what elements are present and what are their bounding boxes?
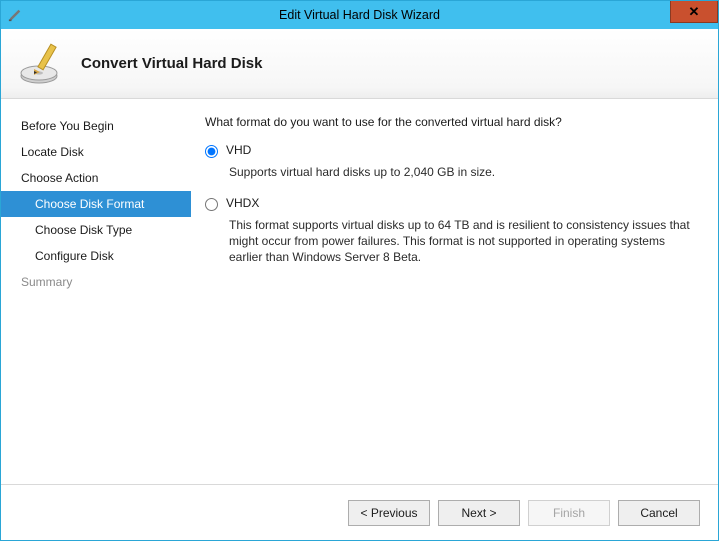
option-vhd-description: Supports virtual hard disks up to 2,040 … bbox=[229, 164, 696, 180]
page-heading: Convert Virtual Hard Disk bbox=[81, 55, 262, 72]
wizard-body: Before You Begin Locate Disk Choose Acti… bbox=[1, 99, 718, 484]
finish-button: Finish bbox=[528, 500, 610, 526]
next-button[interactable]: Next > bbox=[438, 500, 520, 526]
disk-pencil-icon bbox=[17, 42, 67, 86]
previous-button[interactable]: < Previous bbox=[348, 500, 430, 526]
step-choose-disk-type[interactable]: Choose Disk Type bbox=[1, 217, 191, 243]
option-vhd-label: VHD bbox=[226, 143, 251, 157]
app-icon bbox=[7, 7, 23, 23]
wizard-content: What format do you want to use for the c… bbox=[191, 99, 718, 484]
close-icon: ✕ bbox=[689, 4, 700, 20]
step-locate-disk[interactable]: Locate Disk bbox=[1, 139, 191, 165]
radio-vhdx[interactable] bbox=[205, 198, 218, 211]
radio-vhd[interactable] bbox=[205, 145, 218, 158]
step-choose-disk-format[interactable]: Choose Disk Format bbox=[1, 191, 191, 217]
option-vhd[interactable]: VHD bbox=[205, 143, 696, 158]
wizard-steps-sidebar: Before You Begin Locate Disk Choose Acti… bbox=[1, 99, 191, 484]
step-choose-action[interactable]: Choose Action bbox=[1, 165, 191, 191]
format-question: What format do you want to use for the c… bbox=[205, 115, 696, 129]
option-vhdx-label: VHDX bbox=[226, 196, 259, 210]
titlebar: Edit Virtual Hard Disk Wizard ✕ bbox=[1, 1, 718, 29]
step-before-you-begin[interactable]: Before You Begin bbox=[1, 113, 191, 139]
option-vhdx[interactable]: VHDX bbox=[205, 196, 696, 211]
option-vhdx-description: This format supports virtual disks up to… bbox=[229, 217, 696, 265]
window-title: Edit Virtual Hard Disk Wizard bbox=[1, 8, 718, 22]
wizard-header: Convert Virtual Hard Disk bbox=[1, 29, 718, 99]
step-configure-disk[interactable]: Configure Disk bbox=[1, 243, 191, 269]
step-summary: Summary bbox=[1, 269, 191, 295]
close-button[interactable]: ✕ bbox=[670, 1, 718, 23]
cancel-button[interactable]: Cancel bbox=[618, 500, 700, 526]
wizard-footer: < Previous Next > Finish Cancel bbox=[1, 484, 718, 540]
